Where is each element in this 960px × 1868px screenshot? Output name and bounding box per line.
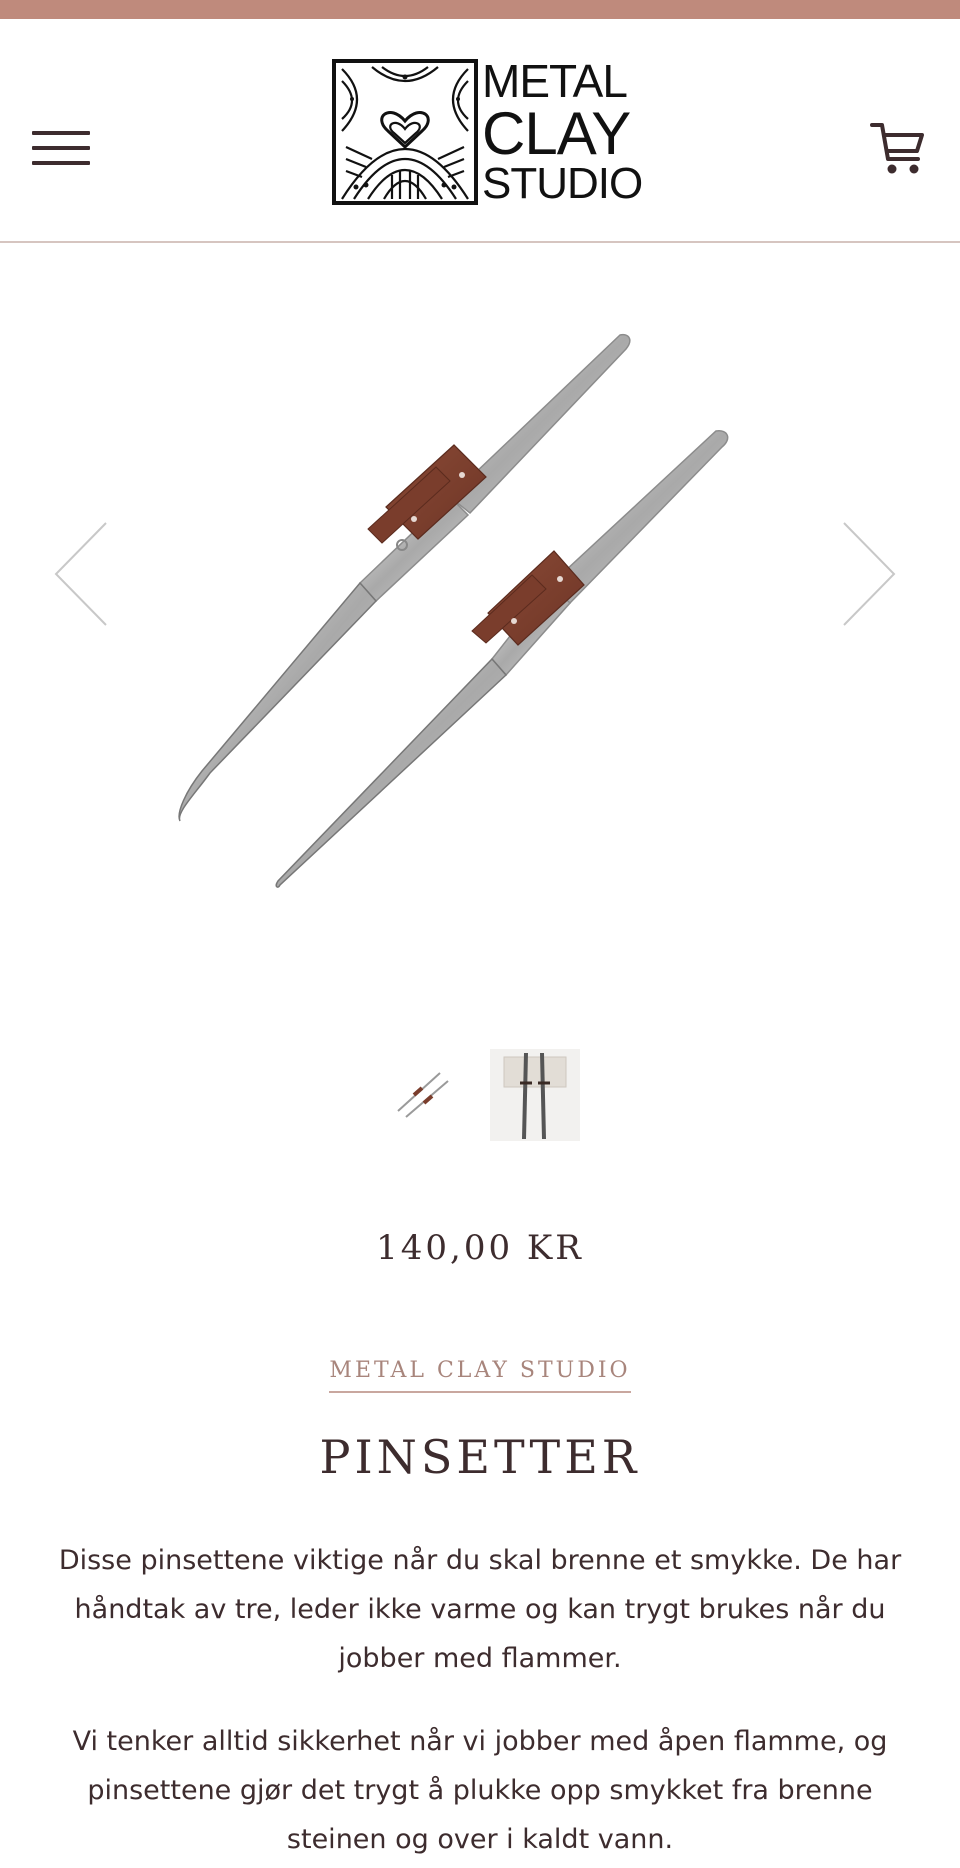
product-price: 140,00 KR [376, 1228, 584, 1268]
product-description: Disse pinsettene viktige når du skal bre… [36, 1536, 924, 1868]
thumbnail-tweezers-standing[interactable] [490, 1049, 580, 1141]
thumbnail-tweezers-pair[interactable] [376, 1047, 466, 1139]
logo-wordmark: METAL CLAY STUDIO [482, 55, 643, 208]
product-gallery [0, 243, 960, 1023]
announcement-bar [0, 0, 960, 19]
description-paragraph: Vi tenker alltid sikkerhet når vi jobber… [72, 1726, 888, 1855]
site-header: METAL CLAY STUDIO [0, 19, 960, 243]
logo-pattern-icon [332, 59, 478, 205]
thumbnail-strip [0, 1047, 960, 1141]
tweezers-product-image[interactable] [150, 283, 770, 903]
site-logo[interactable]: METAL CLAY STUDIO [332, 55, 643, 208]
logo-line-2: CLAY [482, 100, 631, 167]
product-title: PINSETTER [319, 1430, 641, 1484]
vendor-link[interactable]: METAL CLAY STUDIO [329, 1358, 631, 1393]
description-paragraph: Disse pinsettene viktige når du skal bre… [58, 1545, 902, 1674]
hamburger-menu-icon[interactable] [32, 127, 90, 169]
chevron-right-icon[interactable] [840, 519, 900, 629]
chevron-left-icon[interactable] [50, 519, 110, 629]
logo-line-1: METAL [482, 55, 628, 107]
logo-line-3: STUDIO [482, 159, 643, 208]
shopping-cart-icon[interactable] [868, 119, 928, 179]
